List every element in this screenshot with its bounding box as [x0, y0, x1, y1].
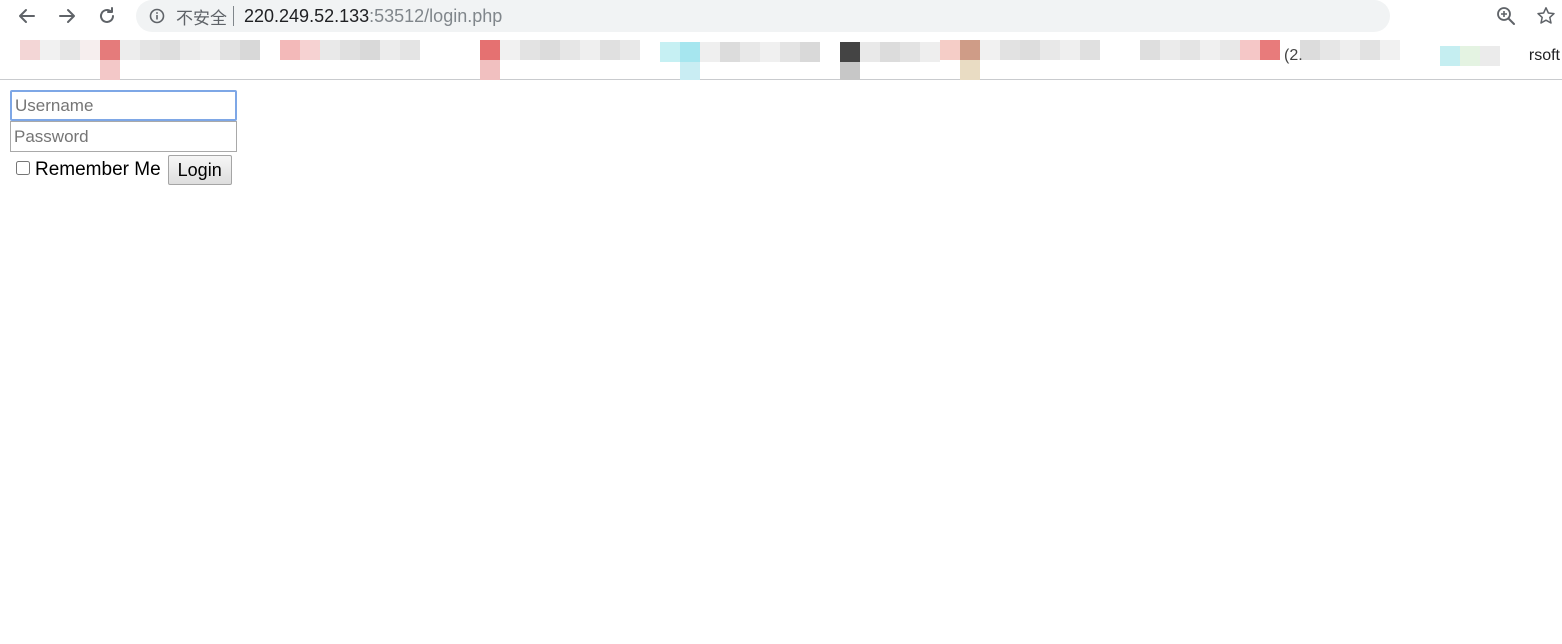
redacted-block: [360, 40, 380, 60]
redacted-block: [480, 40, 500, 60]
redacted-block: [1340, 40, 1360, 60]
redacted-block: [900, 42, 920, 62]
redacted-block: [1220, 40, 1240, 60]
url-host: 220.249.52.133: [244, 5, 370, 26]
redacted-block: [280, 40, 300, 60]
arrow-left-icon: [19, 9, 35, 23]
redacted-block: [40, 40, 60, 60]
redacted-block: [1300, 40, 1320, 60]
redacted-block: [660, 42, 680, 62]
zoom-in-icon: [1497, 7, 1515, 25]
redacted-block: [340, 40, 360, 60]
redacted-block: [700, 42, 720, 62]
redacted-block: [300, 40, 320, 60]
redacted-block: [1440, 46, 1460, 66]
redacted-block: [1200, 40, 1220, 60]
redacted-block: [680, 62, 700, 80]
redacted-block: [80, 40, 100, 60]
redacted-block: [540, 40, 560, 60]
redacted-block: [1180, 40, 1200, 60]
redacted-block: [1480, 46, 1500, 66]
redacted-block: [680, 42, 700, 62]
redacted-block: [1380, 40, 1400, 60]
redacted-block: [880, 42, 900, 62]
zoom-button[interactable]: [1493, 3, 1519, 29]
bookmark-fragment-text[interactable]: (2.: [1284, 47, 1303, 65]
redacted-block: [1320, 40, 1340, 60]
redacted-block: [780, 42, 800, 62]
back-button[interactable]: [13, 2, 41, 30]
login-button[interactable]: Login: [167, 155, 232, 185]
password-input[interactable]: [10, 121, 237, 152]
redacted-block: [380, 40, 400, 60]
url-text[interactable]: 220.249.52.133:53512/login.php: [244, 6, 502, 27]
bookmark-star-button[interactable]: [1533, 3, 1559, 29]
security-status-label: 不安全: [176, 8, 227, 29]
redacted-block: [560, 40, 580, 60]
redacted-block: [800, 42, 820, 62]
redacted-block: [1000, 40, 1020, 60]
redacted-block: [100, 40, 120, 60]
redacted-block: [1360, 40, 1380, 60]
redacted-block: [200, 40, 220, 60]
redacted-block: [60, 40, 80, 60]
bookmark-tail-text[interactable]: rsoft: [1529, 47, 1560, 65]
redacted-block: [1460, 46, 1480, 66]
redacted-block: [840, 62, 860, 80]
redacted-block: [940, 40, 960, 60]
redacted-block: [220, 40, 240, 60]
reload-button[interactable]: [93, 2, 121, 30]
redacted-block: [1060, 40, 1080, 60]
redacted-block: [140, 40, 160, 60]
redacted-block: [500, 40, 520, 60]
redacted-block: [620, 40, 640, 60]
arrow-right-icon: [59, 9, 75, 23]
redacted-block: [1260, 40, 1280, 60]
forward-button[interactable]: [53, 2, 81, 30]
redacted-block: [1080, 40, 1100, 60]
redacted-block: [580, 40, 600, 60]
redacted-block: [1160, 40, 1180, 60]
redacted-block: [1040, 40, 1060, 60]
redacted-block: [1140, 40, 1160, 60]
redacted-block: [1020, 40, 1040, 60]
url-port-path: :53512/login.php: [369, 5, 503, 26]
username-input[interactable]: [10, 90, 237, 121]
redacted-block: [720, 42, 740, 62]
redacted-block: [840, 42, 860, 62]
remember-row: Remember Me Login: [10, 154, 237, 186]
redacted-block: [320, 40, 340, 60]
redacted-block: [120, 40, 140, 60]
redacted-block: [20, 40, 40, 60]
redacted-block: [920, 42, 940, 62]
redacted-block: [180, 40, 200, 60]
redacted-block: [240, 40, 260, 60]
reload-icon: [100, 7, 114, 23]
redacted-block: [160, 40, 180, 60]
redacted-block: [100, 60, 120, 80]
redacted-block: [600, 40, 620, 60]
login-form: Remember Me Login: [10, 90, 237, 186]
url-divider: [233, 6, 234, 26]
remember-me-checkbox[interactable]: [16, 161, 30, 175]
redacted-block: [860, 42, 880, 62]
redacted-block: [1240, 40, 1260, 60]
address-bar[interactable]: 不安全 220.249.52.133:53512/login.php: [136, 0, 1390, 32]
bookmarks-bar: (2. rsoft: [0, 38, 1562, 80]
redacted-block: [740, 42, 760, 62]
browser-chrome: 不安全 220.249.52.133:53512/login.php (2. r…: [0, 0, 1562, 80]
remember-me-label[interactable]: Remember Me: [35, 159, 161, 181]
redacted-block: [480, 60, 500, 80]
redacted-block: [960, 60, 980, 80]
redacted-block: [760, 42, 780, 62]
star-icon: [1537, 7, 1555, 24]
redacted-block: [520, 40, 540, 60]
redacted-block: [400, 40, 420, 60]
info-circle-icon[interactable]: [148, 7, 166, 25]
redacted-block: [980, 40, 1000, 60]
redacted-block: [960, 40, 980, 60]
